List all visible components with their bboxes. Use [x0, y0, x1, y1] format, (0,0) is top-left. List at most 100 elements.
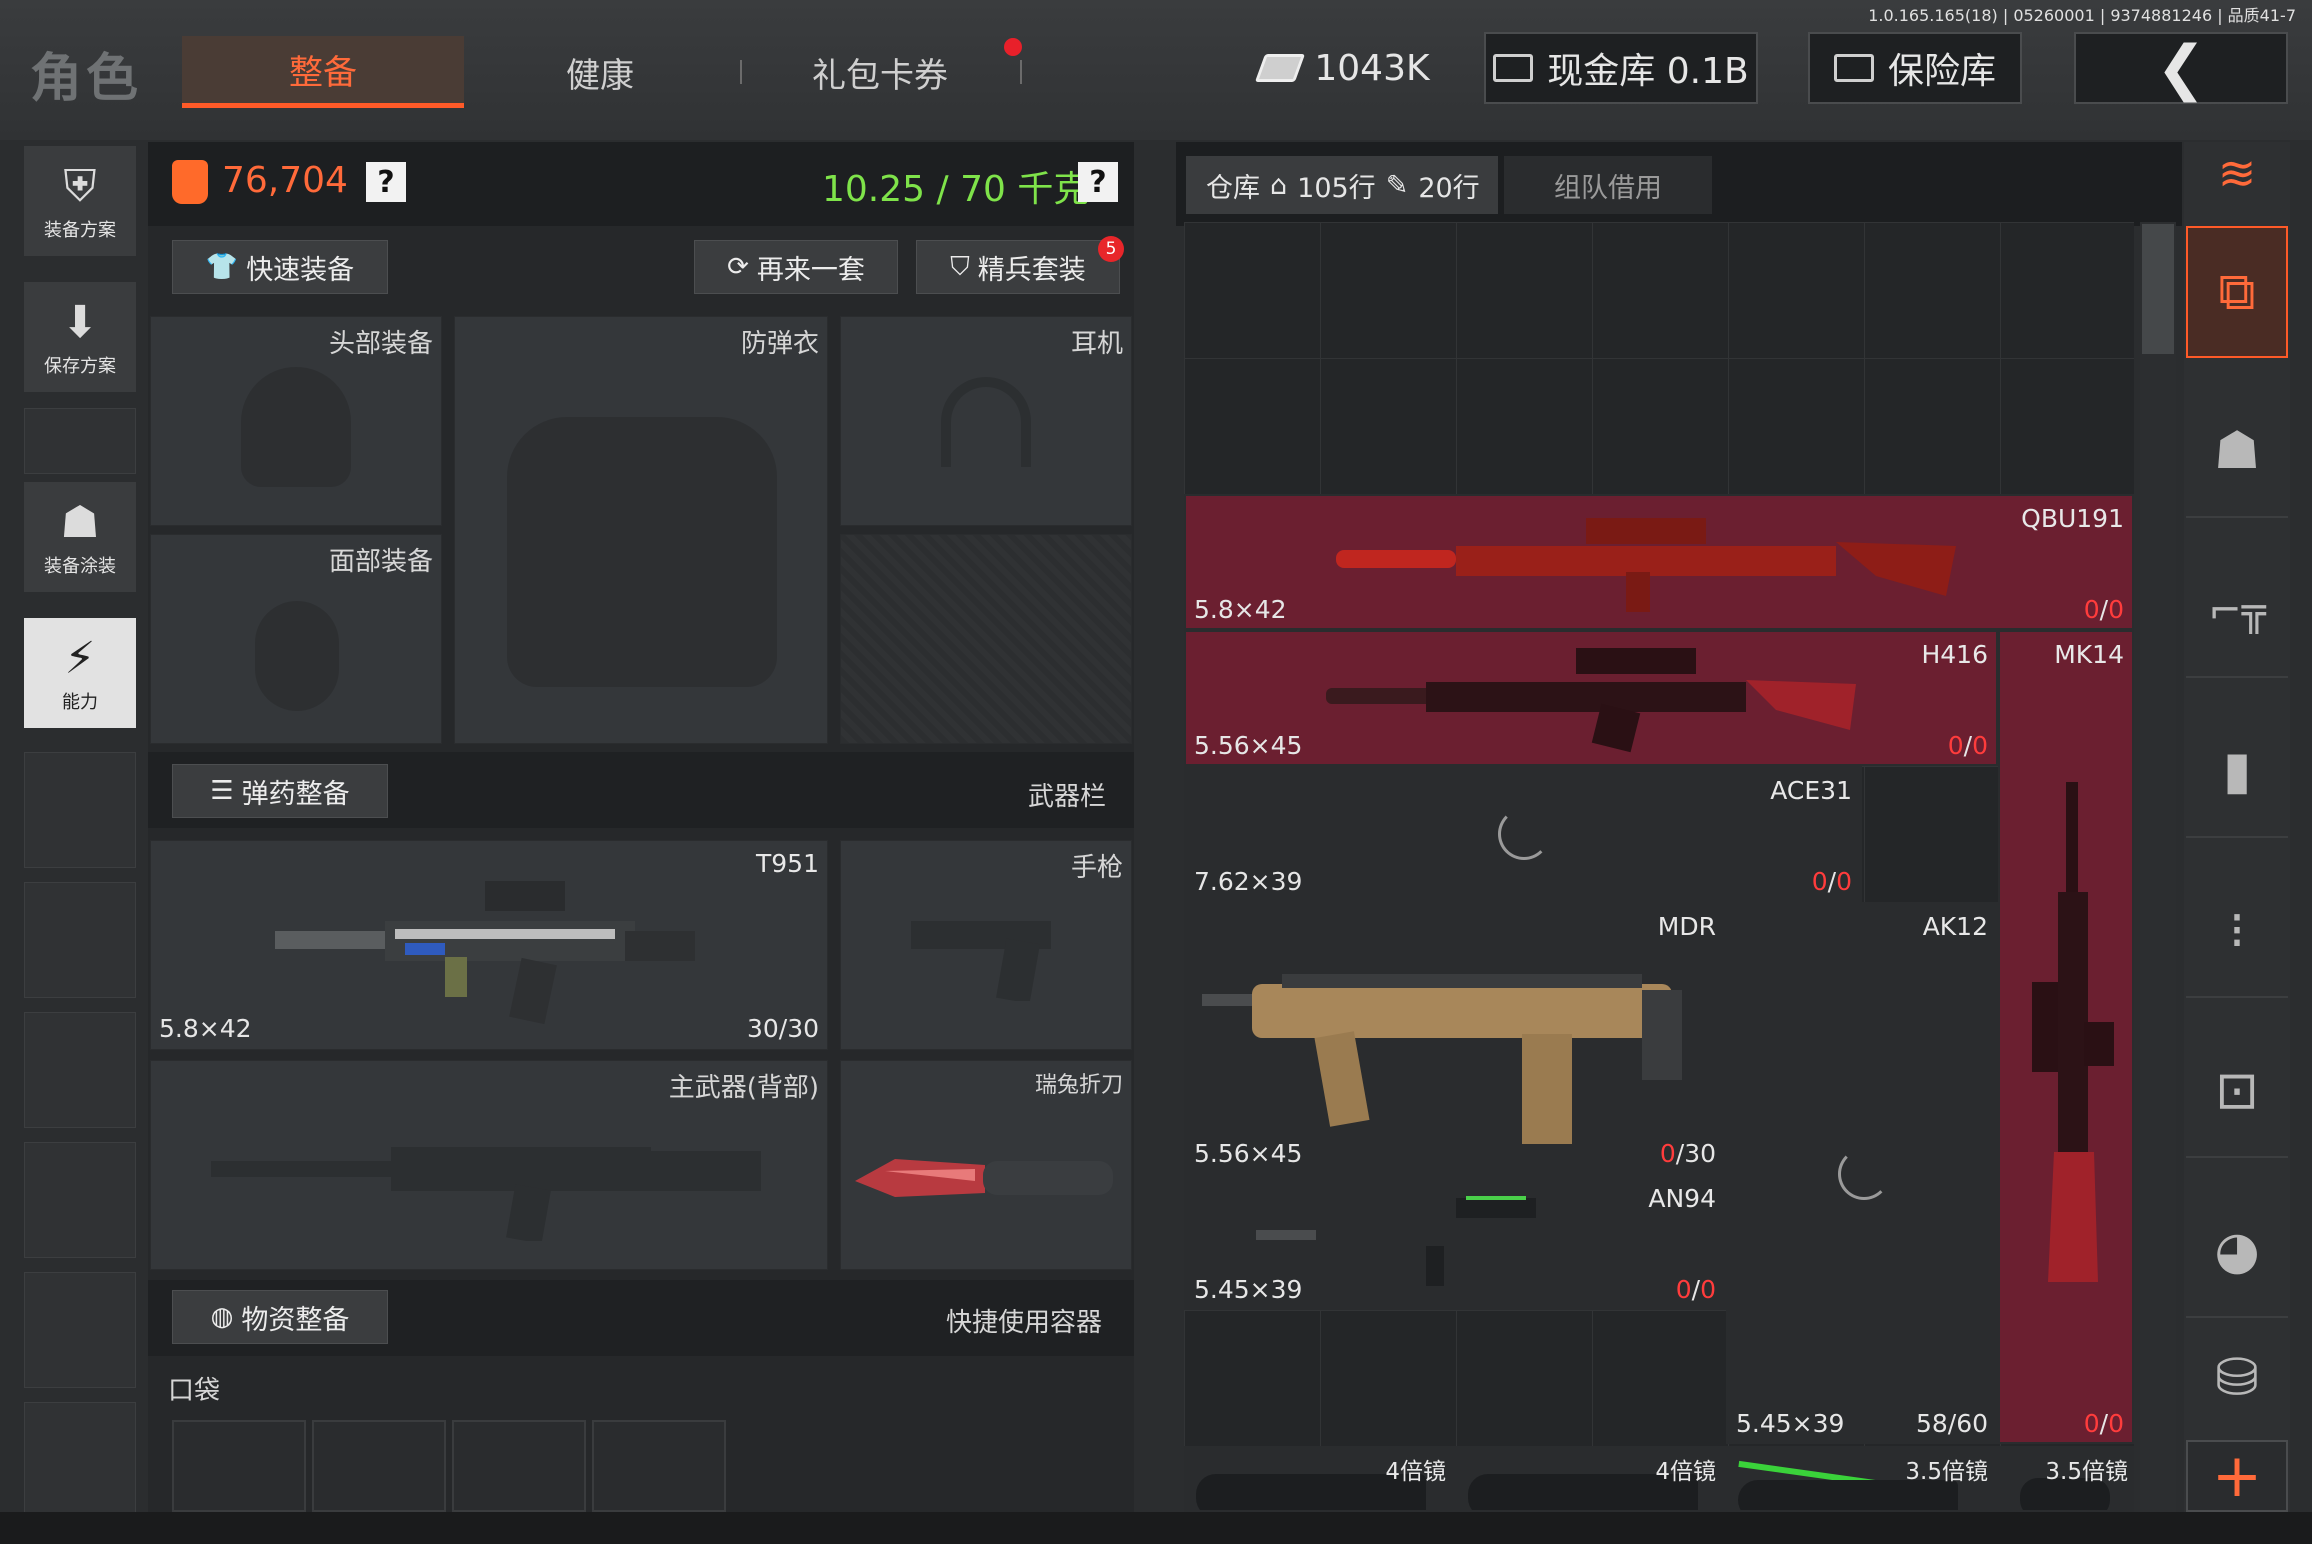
- item-scope-4x-1[interactable]: 4倍镜: [1184, 1446, 1456, 1512]
- pocket-slot-4[interactable]: [592, 1420, 726, 1512]
- cash-display[interactable]: 1043K: [1254, 32, 1436, 104]
- melee-slot[interactable]: 瑞兔折刀: [840, 1060, 1132, 1270]
- shield-icon: ⛉: [950, 251, 970, 282]
- sight-icon: ⊡: [2215, 1061, 2259, 1121]
- tab-equip[interactable]: 整备: [182, 36, 464, 108]
- vest-plan-icon: ⛨: [63, 160, 97, 212]
- ammo-loadout-button[interactable]: ☰ 弹药整备: [172, 764, 388, 818]
- item-ammo: 0/0: [1811, 867, 1852, 896]
- primary-weapon-slot[interactable]: T951 5.8×42 30/30: [150, 840, 828, 1050]
- item-name: QBU191: [2021, 504, 2124, 533]
- cash-vault-button[interactable]: 现金库 0.1B: [1484, 32, 1758, 104]
- notification-dot: [1004, 38, 1022, 56]
- item-an94[interactable]: AN94 5.45×39 0/0: [1184, 1174, 1726, 1310]
- pistol-slot[interactable]: 手枪: [840, 840, 1132, 1050]
- quick-equip-button[interactable]: 👕 快速装备: [172, 240, 388, 294]
- item-scope-35x-1[interactable]: 3.5倍镜: [1726, 1446, 1998, 1512]
- add-button[interactable]: +: [2186, 1440, 2288, 1512]
- headset-slot[interactable]: 耳机: [840, 316, 1132, 526]
- nav-equip-paint[interactable]: ☗ 装备涂装: [24, 482, 136, 592]
- pistol-slot-label: 手枪: [1070, 853, 1123, 883]
- item-name: AN94: [1648, 1184, 1716, 1213]
- head-slot[interactable]: 头部装备: [150, 316, 442, 526]
- nav-empty-slot: [24, 1272, 136, 1388]
- elite-set-button[interactable]: ⛉ 精兵套装: [916, 240, 1120, 294]
- face-slot[interactable]: 面部装备: [150, 534, 442, 744]
- item-caliber: 5.56×45: [1194, 731, 1303, 760]
- item-caliber: 5.45×39: [1736, 1409, 1845, 1438]
- item-ammo: 0/30: [1659, 1139, 1716, 1168]
- page-title: 角色: [30, 49, 143, 109]
- nav-empty-slot: [24, 752, 136, 868]
- nav-save-plan[interactable]: ⬇ 保存方案: [24, 282, 136, 392]
- scope-name: 3.5倍镜: [1905, 1459, 1988, 1485]
- item-ammo: 58/60: [1915, 1409, 1988, 1438]
- category-rifle[interactable]: ⌐╦: [2186, 546, 2288, 678]
- nav-label: 装备方案: [44, 219, 116, 241]
- nav-loadout-plan[interactable]: ⛨ 装备方案: [24, 146, 136, 256]
- cash-vault-label: 现金库 0.1B: [1547, 51, 1749, 92]
- weapon-bar-label: 武器栏: [1028, 782, 1107, 812]
- pocket-slot-3[interactable]: [452, 1420, 586, 1512]
- plus-icon: +: [2211, 1441, 2263, 1511]
- quick-container-label: 快捷使用容器: [946, 1308, 1103, 1338]
- nav-empty-slot: [24, 1402, 136, 1518]
- pocket-label: 口袋: [168, 1376, 221, 1406]
- quick-equip-label: 快速装备: [246, 254, 355, 286]
- an94-rifle-icon: [1256, 1196, 1646, 1286]
- item-ammo: 0/0: [1675, 1275, 1716, 1304]
- category-helmet[interactable]: ☗: [2186, 386, 2288, 518]
- item-ak12[interactable]: AK12 5.45×39 58/60: [1726, 902, 1998, 1444]
- back-button[interactable]: ❮: [2074, 32, 2288, 104]
- category-magazine[interactable]: ▮: [2186, 706, 2288, 838]
- item-ace31[interactable]: ACE31 7.62×39 0/0: [1184, 766, 1862, 902]
- category-all[interactable]: ≋: [2186, 120, 2288, 226]
- category-attachment[interactable]: ⊡: [2186, 1026, 2288, 1158]
- team-borrow-tab[interactable]: 组队借用: [1504, 156, 1712, 214]
- nav-ability[interactable]: ⚡ 能力: [24, 618, 136, 728]
- safe-icon: [1833, 54, 1874, 82]
- home-icon: ⌂: [1270, 169, 1288, 201]
- warehouse-scrollbar[interactable]: [2140, 222, 2176, 1512]
- ammo-current: 0: [2083, 1409, 2100, 1438]
- item-name: AK12: [1922, 912, 1988, 941]
- ammo-current: 0: [2083, 595, 2100, 624]
- item-qbu191[interactable]: QBU191 5.8×42 0/0: [1184, 494, 2134, 630]
- category-supplies[interactable]: ⛁: [2186, 1318, 2288, 1438]
- weapon-caliber: 5.8×42: [159, 1014, 252, 1043]
- vest-slot-label: 防弹衣: [740, 329, 819, 359]
- safe-button[interactable]: 保险库: [1808, 32, 2022, 104]
- magazine-icon: ▮: [2222, 741, 2252, 801]
- nav-empty-slot: [24, 1012, 136, 1128]
- vest-slot[interactable]: 防弹衣: [454, 316, 828, 744]
- nav-empty-slot: [24, 882, 136, 998]
- grenade-icon: ◕: [2214, 1221, 2260, 1281]
- category-grenade[interactable]: ◕: [2186, 1186, 2288, 1318]
- scrollbar-thumb[interactable]: [2142, 224, 2174, 354]
- equip-again-button[interactable]: ⟳ 再来一套: [694, 240, 898, 294]
- tab-gift-coupons[interactable]: 礼包卡券: [760, 36, 1000, 108]
- stack-refresh-icon: ≋: [2217, 146, 2257, 200]
- supply-loadout-button[interactable]: ◍ 物资整备: [172, 1290, 388, 1344]
- weight-help-button[interactable]: ?: [1078, 162, 1118, 202]
- category-sort[interactable]: ⧉: [2186, 226, 2288, 358]
- pocket-slot-2[interactable]: [312, 1420, 446, 1512]
- item-h416[interactable]: H416 5.56×45 0/0: [1184, 630, 1998, 766]
- safe-label: 保险库: [1887, 51, 1996, 92]
- item-scope-35x-2[interactable]: 3.5倍镜: [1998, 1446, 2134, 1512]
- warehouse-tab[interactable]: 仓库 ⌂ 105行 ✎ 20行: [1186, 156, 1498, 214]
- item-scope-4x-2[interactable]: 4倍镜: [1456, 1446, 1726, 1512]
- pocket-slot-1[interactable]: [172, 1420, 306, 1512]
- supplies-icon: ⛁: [2215, 1348, 2259, 1408]
- ammo-max: 0: [1836, 867, 1852, 896]
- category-ammo[interactable]: ⁝: [2186, 866, 2288, 998]
- item-mdr[interactable]: MDR 5.56×45 0/30: [1184, 902, 1726, 1174]
- tab-health[interactable]: 健康: [500, 36, 700, 108]
- back-weapon-slot[interactable]: 主武器(背部): [150, 1060, 828, 1270]
- item-mk14[interactable]: MK14 0/0: [1998, 630, 2134, 1444]
- refresh-icon: ⟳: [727, 252, 749, 282]
- melee-label: 瑞兔折刀: [1034, 1073, 1123, 1098]
- armor-help-button[interactable]: ?: [366, 162, 406, 202]
- ammo-current: 0: [1811, 867, 1828, 896]
- item-caliber: 5.56×45: [1194, 1139, 1303, 1168]
